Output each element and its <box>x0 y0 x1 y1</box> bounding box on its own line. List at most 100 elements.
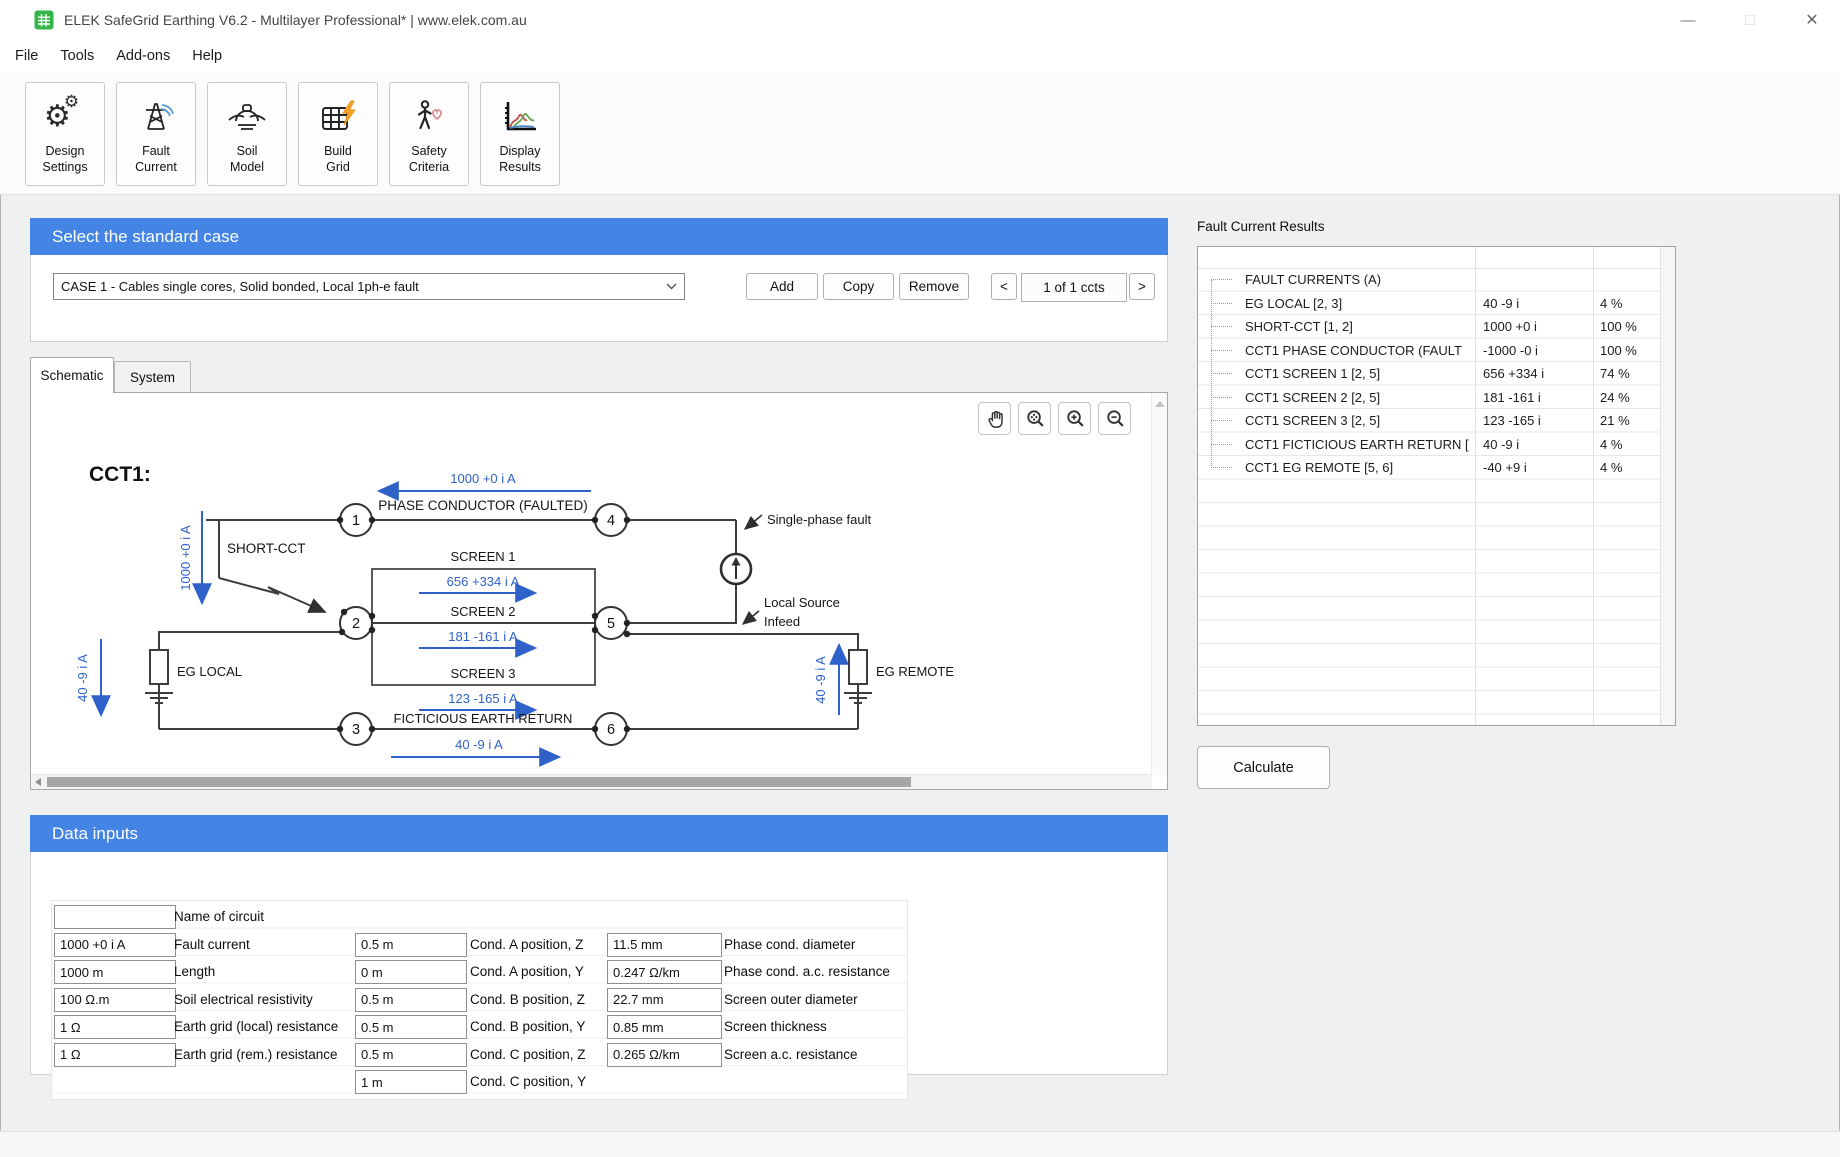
results-header-row <box>1198 247 1675 269</box>
fault-current-results-table: FAULT CURRENTS (A) EG LOCAL [2, 3]40 -9 … <box>1197 246 1676 726</box>
earth-return-label: FICTICIOUS EARTH RETURN <box>394 711 573 726</box>
soil-resistivity-input[interactable] <box>54 988 176 1012</box>
menu-tools[interactable]: Tools <box>49 48 105 64</box>
minimize-button[interactable]: — <box>1674 12 1702 29</box>
cond-c-y-input[interactable] <box>355 1070 467 1094</box>
table-row[interactable]: CCT1 FICTICIOUS EARTH RETURN [40 -9 i4 % <box>1198 433 1675 457</box>
zoom-in-icon <box>1063 407 1087 431</box>
chevron-down-icon <box>658 283 684 290</box>
soil-model-button[interactable]: SoilModel <box>207 82 287 186</box>
toolbar-label: Build <box>324 143 352 159</box>
menu-file[interactable]: File <box>4 48 49 64</box>
row-name: CCT1 SCREEN 3 [2, 5] <box>1245 413 1473 428</box>
name-of-circuit-input[interactable] <box>54 905 176 929</box>
tab-system[interactable]: System <box>114 361 191 393</box>
cond-c-z-input[interactable] <box>355 1043 467 1067</box>
copy-button[interactable]: Copy <box>823 273 894 300</box>
screen-thickness-input[interactable] <box>607 1015 722 1039</box>
name-of-circuit-label: Name of circuit <box>174 905 264 929</box>
cond-a-z-label: Cond. A position, Z <box>470 933 583 957</box>
prev-circuit-button[interactable]: < <box>991 273 1017 300</box>
table-row[interactable]: EG LOCAL [2, 3]40 -9 i4 % <box>1198 292 1675 316</box>
table-row[interactable]: CCT1 SCREEN 2 [2, 5]181 -161 i24 % <box>1198 386 1675 410</box>
display-results-button[interactable]: DisplayResults <box>480 82 560 186</box>
canvas-vertical-scrollbar[interactable] <box>1151 393 1167 775</box>
node-4: 4 <box>607 513 615 529</box>
design-settings-button[interactable]: ⚙⚙ DesignSettings <box>25 82 105 186</box>
build-grid-button[interactable]: BuildGrid <box>298 82 378 186</box>
safety-criteria-button[interactable]: SafetyCriteria <box>389 82 469 186</box>
cond-b-z-label: Cond. B position, Z <box>470 988 585 1012</box>
cond-b-y-input[interactable] <box>355 1015 467 1039</box>
results-rows: FAULT CURRENTS (A) EG LOCAL [2, 3]40 -9 … <box>1198 268 1675 725</box>
cond-c-z-label: Cond. C position, Z <box>470 1043 586 1067</box>
tree-stub <box>1211 279 1232 280</box>
table-row[interactable]: CCT1 SCREEN 3 [2, 5]123 -165 i21 % <box>1198 409 1675 433</box>
pan-button[interactable] <box>978 402 1011 435</box>
zoom-out-button[interactable] <box>1098 402 1131 435</box>
results-vertical-scrollbar[interactable] <box>1660 247 1675 725</box>
screen-ac-resistance-input[interactable] <box>607 1043 722 1067</box>
row-percent: 24 % <box>1600 390 1630 405</box>
length-input[interactable] <box>54 960 176 984</box>
scrollbar-thumb[interactable] <box>47 777 911 787</box>
row-name: CCT1 FICTICIOUS EARTH RETURN [ <box>1245 437 1473 452</box>
table-row[interactable]: CCT1 PHASE CONDUCTOR (FAULT-1000 -0 i100… <box>1198 339 1675 363</box>
circuit-schematic: CCT1: 1 <box>31 393 1167 775</box>
row-name: CCT1 EG REMOTE [5, 6] <box>1245 460 1473 475</box>
earth-grid-local-input[interactable] <box>54 1015 176 1039</box>
menubar: File Tools Add-ons Help <box>0 40 1840 72</box>
node-6: 6 <box>607 722 615 738</box>
data-inputs-header: Data inputs <box>30 815 1168 852</box>
app-window: { "window": { "title": "ELEK SafeGrid Ea… <box>0 0 1840 1157</box>
case-select[interactable]: CASE 1 - Cables single cores, Solid bond… <box>53 273 685 300</box>
phase-diameter-input[interactable] <box>607 933 722 957</box>
zoom-extents-button[interactable] <box>1018 402 1051 435</box>
maximize-button[interactable]: □ <box>1736 10 1764 30</box>
tree-stub <box>1211 373 1232 374</box>
table-row[interactable]: FAULT CURRENTS (A) <box>1198 268 1675 292</box>
phase-diameter-label: Phase cond. diameter <box>724 933 855 957</box>
toolbar-label: Settings <box>42 159 87 175</box>
next-circuit-button[interactable]: > <box>1129 273 1155 300</box>
canvas-horizontal-scrollbar[interactable] <box>31 774 1152 789</box>
cond-a-z-input[interactable] <box>355 933 467 957</box>
menu-help[interactable]: Help <box>181 48 233 64</box>
row-name: CCT1 SCREEN 1 [2, 5] <box>1245 366 1473 381</box>
toolbar-label: Criteria <box>409 159 449 175</box>
eg-remote-label: EG REMOTE <box>876 664 954 679</box>
screen-outer-diameter-input[interactable] <box>607 988 722 1012</box>
scroll-left-icon <box>35 778 41 786</box>
screen2-current-label: 181 -161 i A <box>448 629 518 644</box>
row-value: -1000 -0 i <box>1483 343 1538 358</box>
screen2-label: SCREEN 2 <box>450 604 515 619</box>
cond-a-y-label: Cond. A position, Y <box>470 960 584 984</box>
table-row[interactable]: CCT1 SCREEN 1 [2, 5]656 +334 i74 % <box>1198 362 1675 386</box>
schematic-canvas[interactable]: CCT1: 1 <box>30 392 1168 790</box>
tree-stub <box>1211 420 1232 421</box>
tab-schematic[interactable]: Schematic <box>30 357 114 393</box>
phase-current-label: 1000 +0 i A <box>450 471 516 486</box>
earth-grid-remote-input[interactable] <box>54 1043 176 1067</box>
eg-local-label: EG LOCAL <box>177 664 242 679</box>
fault-current-input[interactable] <box>54 933 176 957</box>
table-row[interactable]: CCT1 EG REMOTE [5, 6]-40 +9 i4 % <box>1198 456 1675 480</box>
cond-a-y-input[interactable] <box>355 960 467 984</box>
add-button[interactable]: Add <box>746 273 818 300</box>
remove-button[interactable]: Remove <box>899 273 969 300</box>
transmission-tower-icon <box>136 91 176 143</box>
zoom-in-button[interactable] <box>1058 402 1091 435</box>
cond-b-z-input[interactable] <box>355 988 467 1012</box>
toolbar-label: Design <box>42 143 87 159</box>
menu-addons[interactable]: Add-ons <box>105 48 181 64</box>
calculate-button[interactable]: Calculate <box>1197 746 1330 789</box>
toolbar-label: Grid <box>324 159 352 175</box>
hand-icon <box>983 406 1007 432</box>
phase-ac-resistance-input[interactable] <box>607 960 722 984</box>
eg-local-current-label: 40 -9 i A <box>75 654 90 702</box>
screen3-current-label: 123 -165 i A <box>448 691 518 706</box>
close-button[interactable]: ✕ <box>1798 10 1826 30</box>
tree-stub <box>1211 303 1232 304</box>
fault-current-button[interactable]: FaultCurrent <box>116 82 196 186</box>
table-row[interactable]: SHORT-CCT [1, 2]1000 +0 i100 % <box>1198 315 1675 339</box>
